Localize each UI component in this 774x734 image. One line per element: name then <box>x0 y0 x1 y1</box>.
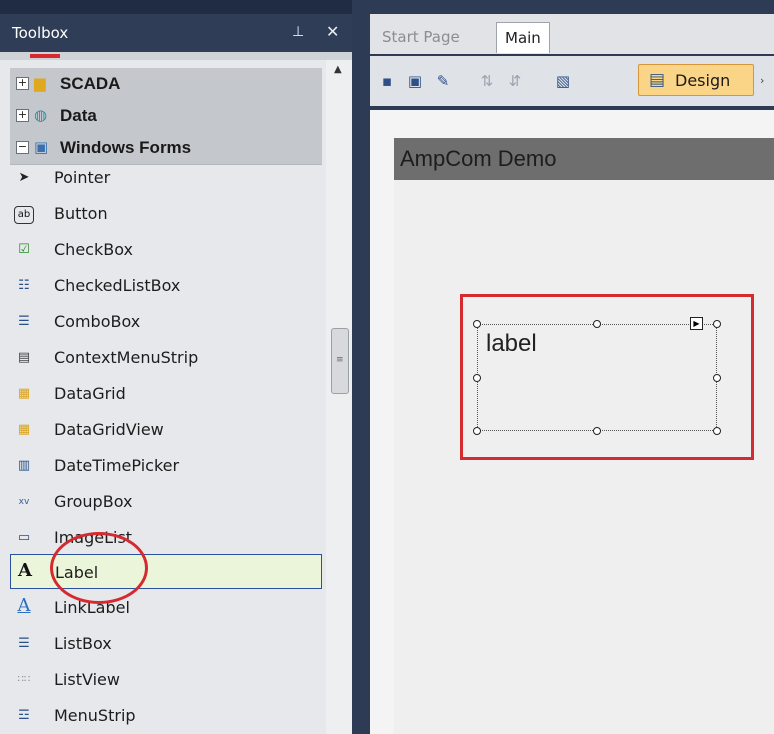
toolbox-scrollbar[interactable]: ▲ ≡ <box>326 60 352 734</box>
toolbox-title: Toolbox <box>12 24 69 42</box>
designer-panel: Start Page Main ▪ ▣ ✎ ⇅ ⇵ ▧ ▤ Design › A… <box>352 0 774 734</box>
imagelist-icon: ▭ <box>17 530 31 545</box>
groupbox-icon: xv <box>18 497 30 507</box>
expand-icon[interactable]: + <box>16 77 29 90</box>
toolbox-item-datagridview[interactable]: ▦ DataGridView <box>10 412 322 447</box>
scroll-up-icon[interactable]: ▲ <box>334 64 342 75</box>
item-label: ListView <box>54 670 120 689</box>
toolbox-panel: Toolbox ⊥ ✕ + ▆ SCADA + ◍ Data − ▣ Windo… <box>0 0 352 734</box>
item-label: ContextMenuStrip <box>54 348 199 367</box>
save-icon[interactable]: ▪ <box>376 70 398 92</box>
toolbox-item-button[interactable]: ab Button <box>10 196 322 231</box>
resize-handle[interactable] <box>713 427 721 435</box>
data-icon: ◍ <box>34 106 48 124</box>
toolbox-header-strip <box>0 0 352 14</box>
annotation-mark <box>30 54 60 58</box>
resize-handle[interactable] <box>593 427 601 435</box>
category-label: Windows Forms <box>60 138 192 157</box>
category-label: SCADA <box>60 74 121 93</box>
form-titlebar: AmpCom Demo <box>394 138 774 180</box>
windows-forms-icon: ▣ <box>34 138 49 156</box>
datagridview-icon: ▦ <box>17 422 31 437</box>
toolbox-item-datetimepicker[interactable]: ▥ DateTimePicker <box>10 448 322 483</box>
toolbox-header: Toolbox ⊥ ✕ <box>0 0 352 52</box>
close-icon[interactable]: ✕ <box>326 22 339 41</box>
folder-icon: ▆ <box>34 74 46 92</box>
item-label: DateTimePicker <box>54 456 180 475</box>
tab-start-page[interactable]: Start Page <box>374 22 468 52</box>
contextmenustrip-icon: ▤ <box>17 350 31 365</box>
label-control-text: label <box>486 330 537 357</box>
menustrip-icon: ☲ <box>18 708 30 723</box>
item-label: Pointer <box>54 168 111 187</box>
toolbox-item-datagrid[interactable]: ▦ DataGrid <box>10 376 322 411</box>
tab-main[interactable]: Main <box>496 22 550 53</box>
resize-handle[interactable] <box>473 427 481 435</box>
category-data[interactable]: + ◍ Data <box>10 100 322 133</box>
toolbox-item-menustrip[interactable]: ☲ MenuStrip <box>10 698 322 733</box>
chevron-right-icon[interactable]: › <box>760 74 764 87</box>
item-label: CheckBox <box>54 240 133 259</box>
resize-handle[interactable] <box>713 320 721 328</box>
wand-icon[interactable]: ✎ <box>432 70 454 92</box>
sort-alt-icon[interactable]: ⇵ <box>504 70 526 92</box>
toolbox-item-checkedlistbox[interactable]: ☷ CheckedListBox <box>10 268 322 303</box>
item-label: DataGrid <box>54 384 126 403</box>
item-label: ComboBox <box>54 312 141 331</box>
design-label: Design <box>675 71 731 90</box>
designer-toolbar: ▪ ▣ ✎ ⇅ ⇵ ▧ ▤ Design › <box>370 56 774 106</box>
toolbox-item-pointer[interactable]: ➤ Pointer <box>10 160 322 195</box>
linklabel-icon: A <box>17 595 31 616</box>
scrollbar-thumb[interactable]: ≡ <box>331 328 349 394</box>
smart-tag-icon[interactable]: ▶ <box>690 317 703 330</box>
item-label: DataGridView <box>54 420 164 439</box>
listbox-icon: ☰ <box>18 636 30 651</box>
datetimepicker-icon: ▥ <box>17 458 31 473</box>
design-button[interactable]: ▤ Design <box>638 64 754 96</box>
resize-handle[interactable] <box>593 320 601 328</box>
toolbox-item-listview[interactable]: ∷∷ ListView <box>10 662 322 697</box>
toolbox-item-contextmenustrip[interactable]: ▤ ContextMenuStrip <box>10 340 322 375</box>
item-label: GroupBox <box>54 492 133 511</box>
resize-handle[interactable] <box>713 374 721 382</box>
checkedlistbox-icon: ☷ <box>18 278 30 293</box>
item-label: CheckedListBox <box>54 276 181 295</box>
combobox-icon: ☰ <box>18 314 30 329</box>
toolbox-item-listbox[interactable]: ☰ ListBox <box>10 626 322 661</box>
toolbox-item-linklabel[interactable]: A LinkLabel <box>10 590 322 625</box>
item-label: MenuStrip <box>54 706 136 725</box>
document-tabs: Start Page Main <box>370 14 774 54</box>
category-scada[interactable]: + ▆ SCADA <box>10 68 322 101</box>
grip-icon: ≡ <box>336 355 344 365</box>
save-all-icon[interactable]: ▣ <box>404 70 426 92</box>
form-title: AmpCom Demo <box>400 146 557 171</box>
button-icon: ab <box>14 206 34 224</box>
properties-icon[interactable]: ▧ <box>552 70 574 92</box>
checkbox-icon: ☑ <box>18 242 30 257</box>
toolbox-item-checkbox[interactable]: ☑ CheckBox <box>10 232 322 267</box>
resize-handle[interactable] <box>473 374 481 382</box>
datagrid-icon: ▦ <box>17 386 31 401</box>
sort-icon[interactable]: ⇅ <box>476 70 498 92</box>
expand-icon[interactable]: + <box>16 109 29 122</box>
item-label: Button <box>54 204 108 223</box>
category-label: Data <box>60 106 97 125</box>
pointer-icon: ➤ <box>18 170 30 185</box>
resize-handle[interactable] <box>473 320 481 328</box>
item-label: ListBox <box>54 634 112 653</box>
pin-icon[interactable]: ⊥ <box>292 24 304 40</box>
annotation-circle <box>50 532 148 604</box>
listview-icon: ∷∷ <box>17 674 31 685</box>
toolbox-list: + ▆ SCADA + ◍ Data − ▣ Windows Forms ➤ P… <box>0 60 326 734</box>
design-icon: ▤ <box>649 70 666 90</box>
collapse-icon[interactable]: − <box>16 141 29 154</box>
toolbox-item-combobox[interactable]: ☰ ComboBox <box>10 304 322 339</box>
toolbox-item-groupbox[interactable]: xv GroupBox <box>10 484 322 519</box>
label-icon: A <box>18 560 32 581</box>
